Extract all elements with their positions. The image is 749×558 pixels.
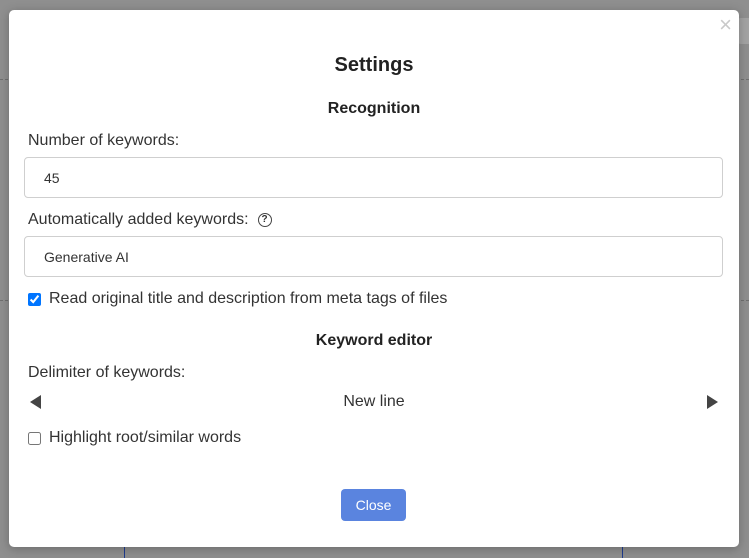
read-meta-checkbox[interactable] — [28, 292, 41, 306]
recognition-heading: Recognition — [327, 100, 421, 117]
help-circle-icon[interactable]: ? — [257, 213, 272, 227]
read-meta-label: Read original title and description from… — [49, 290, 448, 307]
delimiter-value: New line — [343, 393, 405, 410]
keyword-editor-heading: Keyword editor — [315, 332, 433, 349]
highlight-label: Highlight root/similar words — [49, 429, 242, 446]
close-icon[interactable]: × — [719, 12, 732, 38]
close-button[interactable]: Close — [341, 489, 406, 521]
auto-keywords-label-text: Automatically added keywords: — [28, 211, 249, 228]
delimiter-label-text: Delimiter of keywords: — [28, 364, 186, 381]
triangle-right-icon[interactable] — [707, 395, 718, 409]
delimiter-label: Delimiter of keywords: — [28, 364, 185, 382]
auto-keywords-input[interactable] — [24, 236, 723, 277]
num-keywords-input[interactable] — [24, 157, 723, 198]
settings-modal: × Settings Recognition Number of keyword… — [9, 10, 739, 547]
num-keywords-label-text: Number of keywords: — [28, 132, 180, 149]
highlight-row[interactable]: Highlight root/similar words — [28, 429, 241, 447]
read-meta-row[interactable]: Read original title and description from… — [28, 290, 447, 308]
highlight-checkbox[interactable] — [28, 431, 41, 445]
num-keywords-label: Number of keywords: — [28, 132, 179, 150]
auto-keywords-label: Automatically added keywords: ? — [28, 211, 272, 229]
modal-title: Settings — [334, 54, 414, 76]
